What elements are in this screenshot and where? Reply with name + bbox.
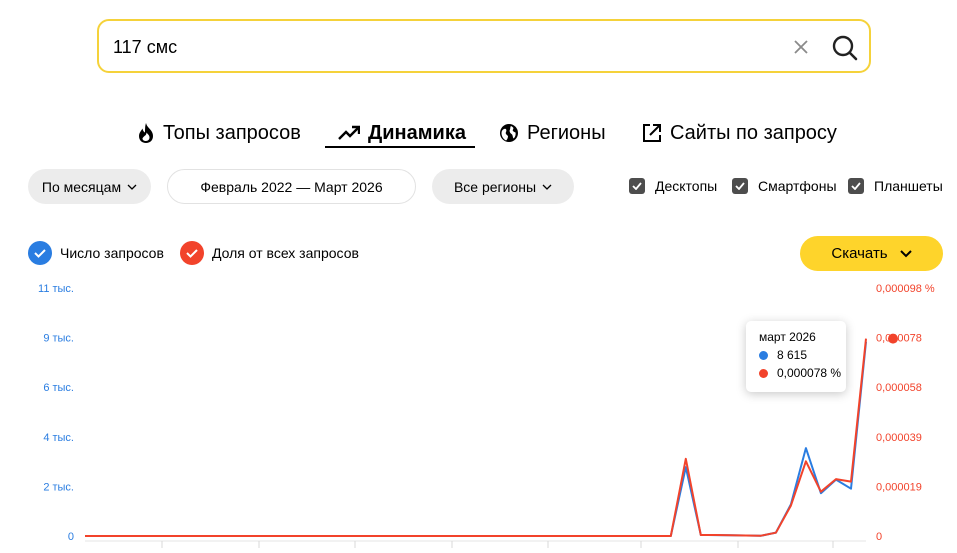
y-left-tick-label: 2 тыс.: [43, 481, 74, 493]
active-tab-underline: [325, 146, 475, 148]
tooltip-row-count: 8 615: [759, 348, 807, 362]
tooltip-share: 0,000078 %: [777, 366, 842, 380]
y-left-tick-label: 9 тыс.: [43, 333, 74, 345]
legend-share[interactable]: Доля от всех запросов: [180, 241, 359, 265]
tab-label: Сайты по запросу: [670, 121, 837, 144]
tab-label: Регионы: [527, 121, 606, 144]
external-link-icon: [643, 124, 661, 142]
y-right-tick-label: 0,000058: [876, 382, 922, 394]
chart-tooltip: март 2026 8 615 0,000078 %: [746, 321, 846, 392]
check-icon: [180, 241, 204, 265]
chevron-down-icon: [127, 184, 137, 190]
check-icon: [732, 178, 748, 194]
checkbox-tablets[interactable]: Планшеты: [848, 178, 943, 194]
search-box[interactable]: 117 смс: [97, 19, 871, 73]
date-range-label: Февраль 2022 — Март 2026: [200, 178, 383, 195]
tabs: Топы запросов Динамика Регионы Сайты по …: [0, 118, 957, 152]
tab-regions[interactable]: Регионы: [499, 118, 606, 148]
y-left-tick-label: 11 тыс.: [38, 283, 74, 295]
checkbox-label: Планшеты: [874, 178, 943, 194]
check-icon: [28, 241, 52, 265]
download-button[interactable]: Скачать: [800, 236, 943, 271]
regions-select[interactable]: Все регионы: [432, 169, 574, 204]
tab-sites[interactable]: Сайты по запросу: [642, 118, 837, 148]
tab-top-queries[interactable]: Топы запросов: [137, 118, 301, 148]
chevron-down-icon: [542, 184, 552, 190]
legend-label: Доля от всех запросов: [212, 245, 359, 261]
y-right-tick-label: 0,000019: [876, 481, 922, 493]
y-left-tick-label: 0: [68, 531, 74, 543]
tooltip-row-share: 0,000078 %: [759, 366, 841, 380]
date-range-picker[interactable]: Февраль 2022 — Март 2026: [167, 169, 416, 204]
y-right-tick-label: 0: [876, 531, 882, 543]
trend-icon: [338, 125, 360, 140]
search-input[interactable]: 117 смс: [113, 37, 177, 58]
y-right-tick-label: 0,000039: [876, 432, 922, 444]
tooltip-count: 8 615: [777, 348, 808, 362]
tab-dynamics[interactable]: Динамика: [338, 118, 466, 148]
checkbox-label: Смартфоны: [758, 178, 837, 194]
tab-label: Динамика: [368, 121, 466, 144]
tooltip-title: март 2026: [759, 330, 816, 344]
y-left-tick-label: 4 тыс.: [43, 432, 74, 444]
check-icon: [629, 178, 645, 194]
search-icon[interactable]: [831, 34, 859, 62]
download-label: Скачать: [831, 245, 888, 262]
checkbox-desktop[interactable]: Десктопы: [629, 178, 717, 194]
y-right-tick-label: 0,000078: [876, 333, 922, 345]
chevron-down-icon: [899, 249, 912, 257]
fire-icon: [139, 123, 153, 143]
tab-label: Топы запросов: [163, 121, 301, 144]
legend-label: Число запросов: [60, 245, 164, 261]
legend-dot: [759, 350, 768, 360]
close-icon[interactable]: [791, 37, 811, 57]
check-icon: [848, 178, 864, 194]
regions-label: Все регионы: [453, 178, 537, 195]
y-left-tick-label: 6 тыс.: [43, 382, 74, 394]
checkbox-smartphones[interactable]: Смартфоны: [732, 178, 837, 194]
y-right-tick-label: 0,000098 %: [876, 283, 935, 295]
checkbox-label: Десктопы: [655, 178, 718, 194]
globe-icon: [500, 124, 518, 142]
legend-count[interactable]: Число запросов: [28, 241, 164, 265]
legend-dot: [759, 368, 768, 378]
period-select[interactable]: По месяцам: [28, 169, 151, 204]
series-point-share-last: [888, 333, 898, 344]
dynamics-chart[interactable]: 0 2 тыс. 4 тыс. 6 тыс. 9 тыс. 11 тыс. 0 0,00001…: [0, 278, 957, 553]
period-label: По месяцам: [41, 178, 122, 195]
